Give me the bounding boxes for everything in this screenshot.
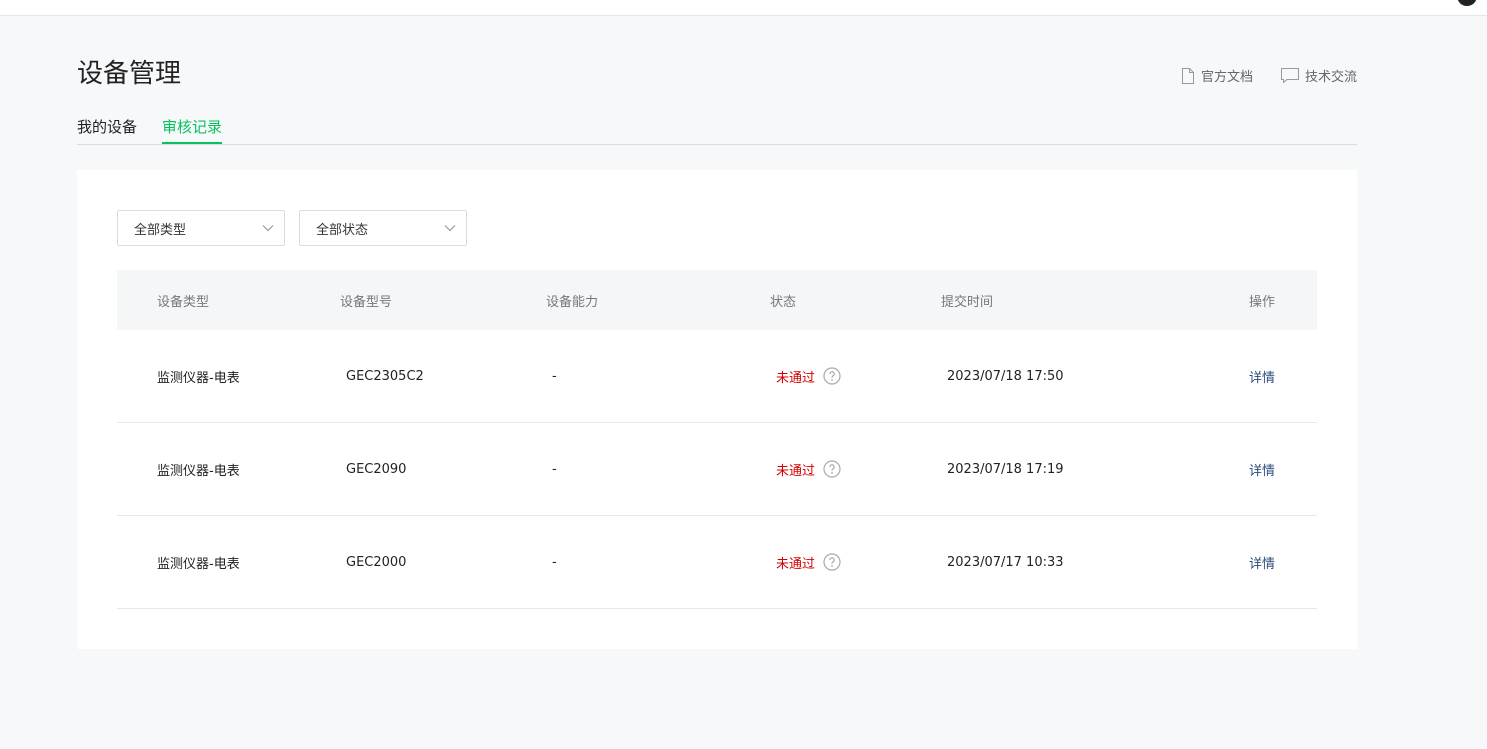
tab-review-records[interactable]: 审核记录 [162,110,223,144]
chevron-down-icon [444,221,456,236]
cell-time: 2023/07/18 17:50 [947,368,1064,384]
details-link[interactable]: 详情 [1249,330,1275,422]
type-filter-value: 全部类型 [134,222,187,238]
cell-model: GEC2090 [346,461,407,477]
table-row: 监测仪器-电表 GEC2305C2 - 未通过 2023/07/18 17:50… [117,330,1317,423]
chevron-down-icon [262,221,274,236]
cell-time: 2023/07/18 17:19 [947,461,1064,477]
column-header-time: 提交时间 [941,294,994,310]
status-filter-select[interactable]: 全部状态 [299,210,467,246]
tech-exchange-label: 技术交流 [1304,70,1357,85]
cell-capability: - [552,554,557,570]
tab-my-devices[interactable]: 我的设备 [77,110,137,144]
header-links: 官方文档 技术交流 [1181,66,1357,85]
status-filter-value: 全部状态 [316,222,369,238]
type-filter-select[interactable]: 全部类型 [117,210,285,246]
details-link[interactable]: 详情 [1249,423,1275,515]
column-header-action: 操作 [1249,294,1276,310]
help-circle-icon[interactable] [823,553,841,571]
document-icon [1181,67,1195,84]
docs-link[interactable]: 官方文档 [1181,66,1253,85]
cell-status: 未通过 [776,423,841,515]
chat-bubble-icon [1280,67,1299,84]
table-header: 设备类型 设备型号 设备能力 状态 提交时间 操作 [117,270,1317,330]
column-header-status: 状态 [770,294,797,310]
cell-type: 监测仪器-电表 [157,370,240,386]
records-card: 全部类型 全部状态 设备类型 设备型号 设备能力 状态 提交时间 操作 监测仪器… [77,170,1357,649]
cell-status: 未通过 [776,330,841,422]
help-circle-icon[interactable] [823,460,841,478]
cell-model: GEC2000 [346,554,407,570]
status-badge: 未通过 [776,463,816,479]
status-badge: 未通过 [776,556,816,572]
table-row: 监测仪器-电表 GEC2000 - 未通过 2023/07/17 10:33 详… [117,516,1317,609]
top-bar [0,0,1487,16]
tab-bar: 我的设备 审核记录 [77,110,1357,145]
column-header-type: 设备类型 [157,294,210,310]
table-row: 监测仪器-电表 GEC2090 - 未通过 2023/07/18 17:19 详… [117,423,1317,516]
filter-bar: 全部类型 全部状态 [117,210,467,246]
help-circle-icon[interactable] [823,367,841,385]
records-table: 设备类型 设备型号 设备能力 状态 提交时间 操作 监测仪器-电表 GEC230… [117,270,1317,609]
docs-link-label: 官方文档 [1200,70,1253,85]
details-link[interactable]: 详情 [1249,516,1275,608]
column-header-capability: 设备能力 [546,294,599,310]
avatar[interactable] [1457,0,1477,6]
page-title: 设备管理 [77,59,182,89]
column-header-model: 设备型号 [340,294,393,310]
status-badge: 未通过 [776,370,816,386]
cell-status: 未通过 [776,516,841,608]
cell-capability: - [552,461,557,477]
cell-time: 2023/07/17 10:33 [947,554,1064,570]
cell-capability: - [552,368,557,384]
cell-model: GEC2305C2 [346,368,424,384]
tech-exchange-link[interactable]: 技术交流 [1280,66,1357,85]
cell-type: 监测仪器-电表 [157,556,240,572]
cell-type: 监测仪器-电表 [157,463,240,479]
